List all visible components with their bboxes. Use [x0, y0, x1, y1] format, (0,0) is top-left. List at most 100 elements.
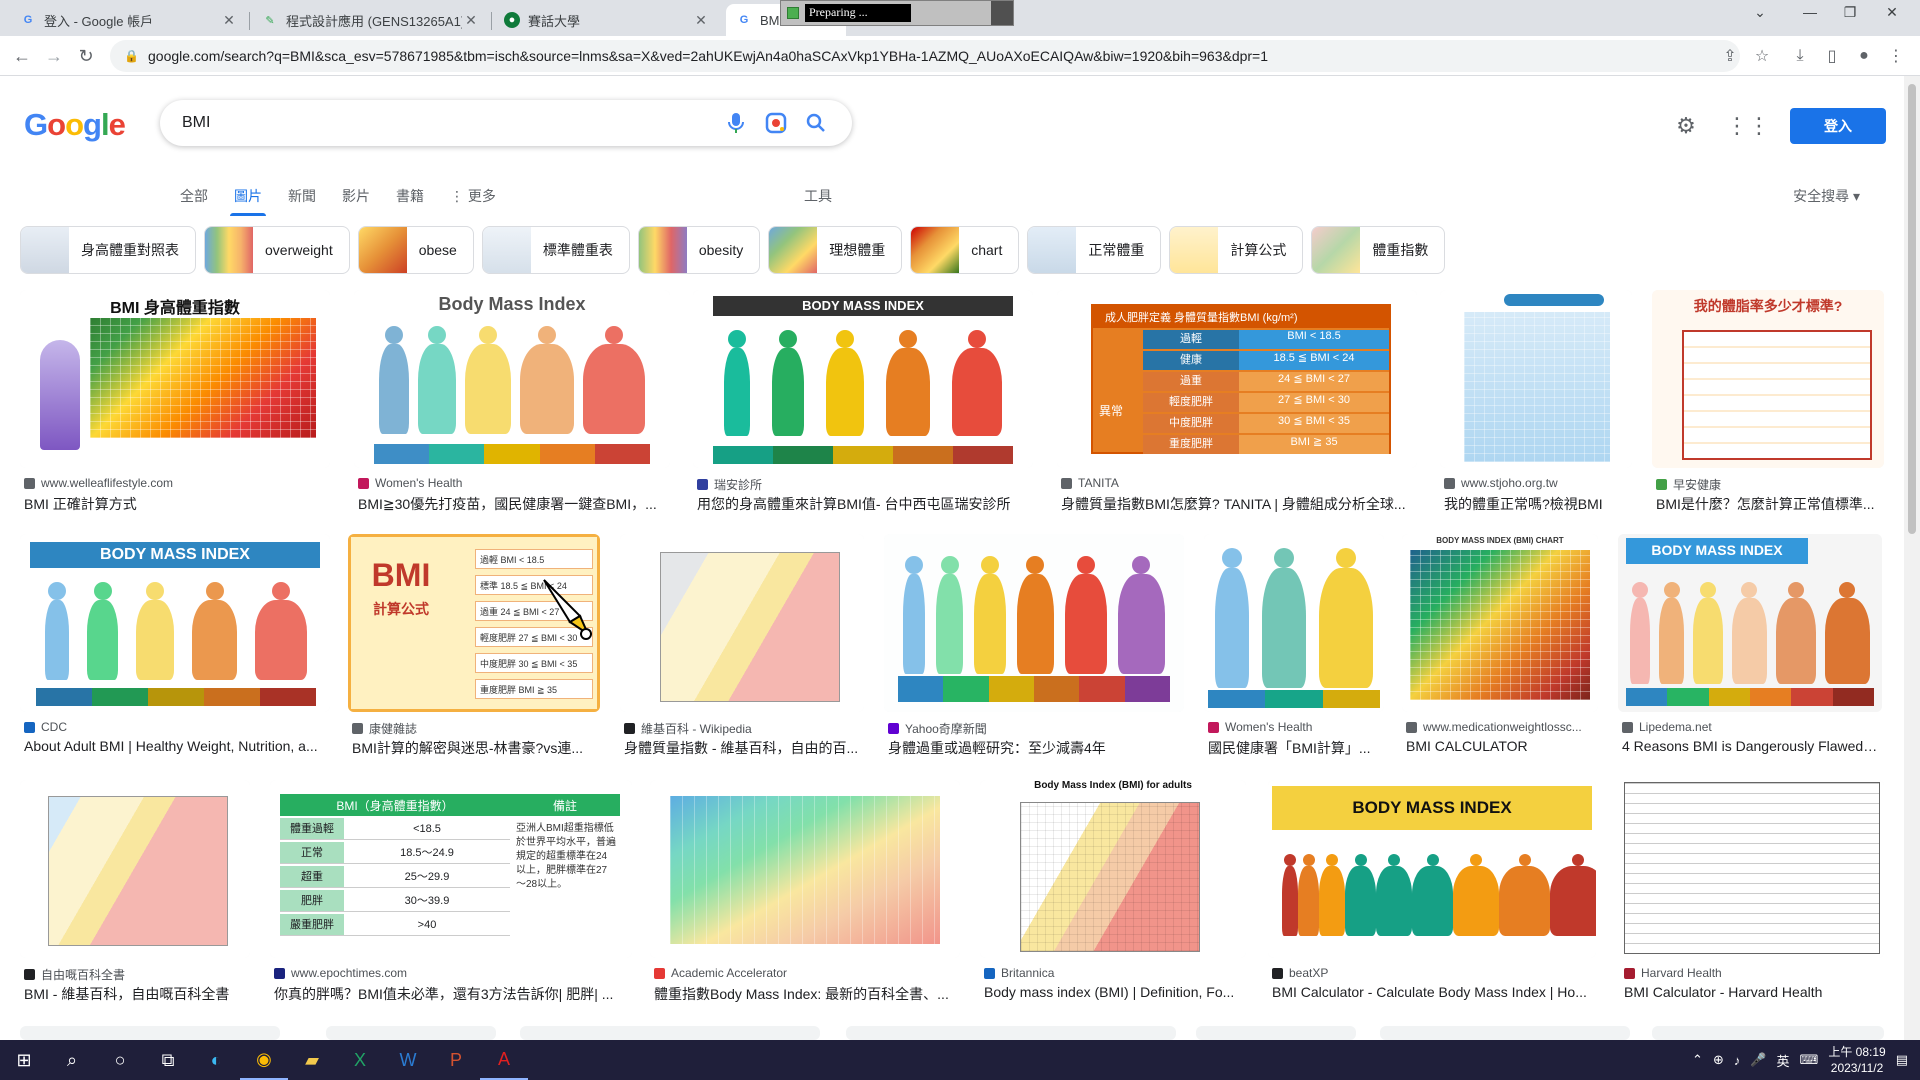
related-chip[interactable]: obesity: [637, 226, 761, 274]
result-source[interactable]: Harvard Health: [1624, 966, 1880, 980]
related-chip[interactable]: chart: [910, 226, 1020, 274]
result-caption[interactable]: Body mass index (BMI) | Definition, Fo..…: [984, 984, 1242, 1000]
result-thumbnail[interactable]: [650, 780, 960, 958]
search-box[interactable]: [160, 100, 852, 146]
result-source[interactable]: www.medicationweightlossc...: [1406, 720, 1594, 734]
acrobat-icon[interactable]: A: [480, 1040, 528, 1080]
start-icon[interactable]: ⊞: [0, 1040, 48, 1080]
lens-search-icon[interactable]: [756, 103, 796, 143]
forward-arrow-icon[interactable]: →: [42, 44, 66, 68]
close-tab-icon[interactable]: ✕: [462, 12, 480, 29]
download-icon[interactable]: ⤓: [1788, 44, 1812, 68]
scrollbar-thumb[interactable]: [1908, 84, 1916, 534]
result-thumbnail[interactable]: [20, 1026, 280, 1040]
result-caption[interactable]: BMI≧30優先打疫苗，國民健康署一鍵查BMI，...: [358, 494, 666, 514]
image-result-partial[interactable]: [846, 1026, 1176, 1040]
microphone-icon[interactable]: 🎤: [1750, 1052, 1766, 1068]
back-arrow-icon[interactable]: ←: [10, 44, 34, 68]
result-source[interactable]: www.stjoho.org.tw: [1444, 476, 1628, 490]
result-caption[interactable]: 4 Reasons BMI is Dangerously Flawed ...: [1622, 738, 1878, 754]
image-result[interactable]: Academic Accelerator 體重指數Body Mass Index:…: [650, 780, 960, 1008]
close-tab-icon[interactable]: ✕: [692, 12, 710, 29]
result-thumbnail[interactable]: [620, 534, 864, 712]
result-caption[interactable]: 身體過重或過輕研究：至少減壽4年: [888, 738, 1180, 758]
search-input[interactable]: [182, 114, 716, 132]
tray-chevron-icon[interactable]: ⌃: [1692, 1052, 1703, 1068]
result-thumbnail[interactable]: BODY MASS INDEX: [693, 290, 1033, 468]
result-source[interactable]: Women's Health: [1208, 720, 1380, 734]
reload-icon[interactable]: ↻: [74, 44, 98, 68]
image-result[interactable]: BODY MASS INDEX Lipedema.net 4 Reasons BMI…: [1618, 534, 1882, 762]
result-thumbnail[interactable]: [1440, 290, 1632, 468]
bookmark-star-icon[interactable]: ☆: [1750, 44, 1774, 68]
related-chip[interactable]: 標準體重表: [481, 226, 630, 274]
excel-icon[interactable]: X: [336, 1040, 384, 1080]
cortana-icon[interactable]: ○: [96, 1040, 144, 1080]
result-thumbnail[interactable]: BODY MASS INDEX: [1618, 534, 1882, 712]
explorer-icon[interactable]: ▰: [288, 1040, 336, 1080]
tab-all[interactable]: 全部: [180, 176, 208, 216]
image-result[interactable]: Yahoo奇摩新聞 身體過重或過輕研究：至少減壽4年: [884, 534, 1184, 762]
related-chip[interactable]: 計算公式: [1169, 226, 1304, 274]
result-source[interactable]: www.epochtimes.com: [274, 966, 628, 980]
result-caption[interactable]: BMI Calculator - Harvard Health: [1624, 984, 1880, 1000]
image-result[interactable]: BODY MASS INDEX (BMI) CHART www.medicatio…: [1402, 534, 1598, 762]
tab-news[interactable]: 新聞: [288, 176, 316, 216]
tools-button[interactable]: 工具: [804, 176, 832, 216]
image-result[interactable]: Women's Health 國民健康署「BMI計算」...: [1204, 534, 1384, 762]
result-caption[interactable]: 身體質量指數 - 維基百科，自由的百...: [624, 738, 860, 758]
result-caption[interactable]: BMI 正確計算方式: [24, 494, 326, 514]
result-caption[interactable]: BMI - 維基百科，自由嘅百科全書: [24, 984, 246, 1004]
image-result[interactable]: BODY MASS INDEX CDC About Adult BMI | Heal…: [20, 534, 330, 762]
result-caption[interactable]: BMI Calculator - Calculate Body Mass Ind…: [1272, 984, 1592, 1000]
share-icon[interactable]: ⇪: [1718, 44, 1742, 68]
url-text[interactable]: google.com/search?q=BMI&sca_esv=57867198…: [148, 48, 1268, 64]
result-source[interactable]: www.welleaflifestyle.com: [24, 476, 326, 490]
result-thumbnail[interactable]: [884, 534, 1184, 712]
result-caption[interactable]: 國民健康署「BMI計算」...: [1208, 738, 1380, 758]
browser-tab-university[interactable]: ● 賽話大學 ✕: [494, 4, 720, 36]
image-result[interactable]: BMI 身高體重指數 www.welleaflifestyle.com BMI 正確…: [20, 290, 330, 518]
tab-search-icon[interactable]: ⌄: [1740, 4, 1780, 21]
result-thumbnail[interactable]: [846, 1026, 1176, 1040]
result-source[interactable]: Britannica: [984, 966, 1242, 980]
related-chip[interactable]: 身高體重對照表: [20, 226, 196, 274]
image-result[interactable]: Body Mass Index (BMI) for adults Britanni…: [980, 780, 1246, 1008]
restore-icon[interactable]: ❐: [1830, 4, 1870, 21]
result-thumbnail[interactable]: BMI 身高體重指數: [20, 290, 330, 468]
image-result-partial[interactable]: [1196, 1026, 1356, 1040]
image-result[interactable]: BMI 計算公式 過輕 BMI < 18.5 標準 18.5 ≦ BMI < 24 過重…: [348, 534, 600, 762]
close-tab-icon[interactable]: ✕: [220, 12, 238, 29]
powerpoint-icon[interactable]: P: [432, 1040, 480, 1080]
tab-books[interactable]: 書籍: [396, 176, 424, 216]
result-thumbnail[interactable]: BODY MASS INDEX: [1268, 780, 1596, 958]
related-chip[interactable]: overweight: [204, 226, 350, 274]
image-result[interactable]: Body Mass Index Women's Health BMI≧30優先打疫苗…: [354, 290, 670, 518]
result-source[interactable]: 瑞安診所: [697, 476, 1029, 493]
result-source[interactable]: Lipedema.net: [1622, 720, 1878, 734]
related-chip[interactable]: 正常體重: [1027, 226, 1162, 274]
image-result[interactable]: 自由嘅百科全書 BMI - 維基百科，自由嘅百科全書: [20, 780, 250, 1008]
related-chip[interactable]: 體重指數: [1311, 226, 1446, 274]
result-thumbnail[interactable]: BODY MASS INDEX: [20, 534, 330, 712]
result-thumbnail[interactable]: Body Mass Index: [354, 290, 670, 468]
sign-in-button[interactable]: 登入: [1790, 108, 1886, 144]
result-source[interactable]: Academic Accelerator: [654, 966, 956, 980]
result-thumbnail[interactable]: BODY MASS INDEX (BMI) CHART: [1402, 534, 1598, 712]
image-result[interactable]: BODY MASS INDEX 瑞安診所 用您的身高體重來計算BMI值- 台中西屯區…: [693, 290, 1033, 518]
result-source[interactable]: Yahoo奇摩新聞: [888, 720, 1180, 737]
tab-images[interactable]: 圖片: [230, 176, 266, 216]
result-source[interactable]: Women's Health: [358, 476, 666, 490]
network-icon[interactable]: ⊕: [1713, 1052, 1724, 1068]
window-close-icon[interactable]: ✕: [1872, 4, 1912, 21]
task-view-icon[interactable]: ⧉: [144, 1040, 192, 1080]
result-caption[interactable]: BMI計算的解密與迷思-林書豪?vs連...: [352, 738, 596, 758]
result-source[interactable]: TANITA: [1061, 476, 1413, 490]
tab-more[interactable]: ⋮ 更多: [450, 176, 496, 216]
result-thumbnail[interactable]: [1652, 1026, 1884, 1040]
result-caption[interactable]: About Adult BMI | Healthy Weight, Nutrit…: [24, 738, 326, 754]
image-result[interactable]: 成人肥胖定義 身體質量指數BMI (kg/m²) 過輕 BMI < 18.5 健康 18…: [1057, 290, 1417, 518]
related-chip[interactable]: obese: [357, 226, 474, 274]
result-thumbnail[interactable]: [520, 1026, 820, 1040]
browser-tab-course[interactable]: ✎ 程式設計應用 (GENS13265A1) ✕: [252, 4, 490, 36]
